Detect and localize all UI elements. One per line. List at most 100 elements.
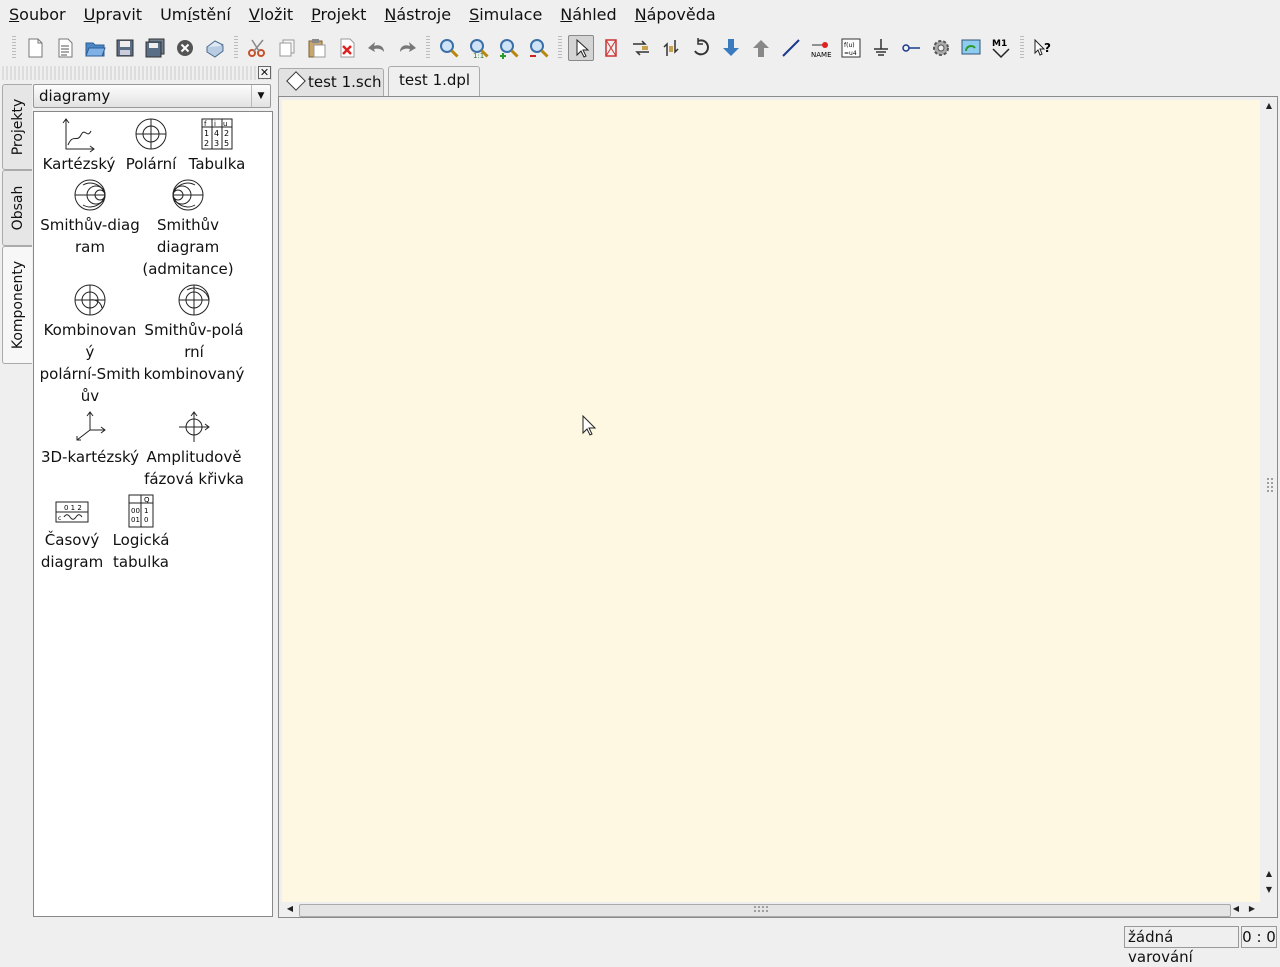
print-icon[interactable] [202, 35, 228, 61]
save-all-icon[interactable] [142, 35, 168, 61]
admittance-smith-icon [172, 179, 204, 211]
select-arrow-icon[interactable] [568, 35, 594, 61]
svg-text:0 1 2: 0 1 2 [64, 504, 82, 512]
menu-upravit[interactable]: Upravit [75, 0, 151, 30]
scroll-left-icon[interactable]: ◀ [1229, 902, 1243, 916]
menu-napoveda[interactable]: Nápověda [626, 0, 725, 30]
menu-umisteni[interactable]: Umístění [151, 0, 240, 30]
menu-simulace[interactable]: Simulace [460, 0, 551, 30]
zoom-fit-icon[interactable] [436, 35, 462, 61]
tab-test-1-dpl[interactable]: test 1.dpl [388, 66, 480, 97]
whats-this-icon[interactable]: ? [1030, 35, 1056, 61]
svg-text:c: c [58, 515, 61, 522]
svg-text:01: 01 [131, 516, 140, 524]
undo-icon[interactable] [364, 35, 390, 61]
menu-nastroje[interactable]: Nástroje [375, 0, 460, 30]
rotate-icon[interactable] [688, 35, 714, 61]
equation-icon[interactable]: f(u) =u4 [838, 35, 864, 61]
move-up-icon[interactable] [748, 35, 774, 61]
component-item-3d-cartesian[interactable]: 3D-kartézský [38, 410, 142, 468]
tab-komponenty[interactable]: Komponenty [2, 246, 32, 364]
zoom-in-icon[interactable] [496, 35, 522, 61]
ground-icon[interactable] [868, 35, 894, 61]
locus-curve-icon [179, 411, 210, 442]
scroll-up-icon[interactable]: ▲ [1262, 99, 1276, 113]
dock-title-bar[interactable] [2, 66, 274, 80]
component-item-timing-diagram[interactable]: 0 1 2c Časový diagram [38, 493, 106, 573]
scroll-left-icon[interactable]: ◀ [283, 902, 297, 916]
component-item-locus-curve[interactable]: Amplitudově fázová křivka [142, 410, 246, 490]
mirror-x-icon[interactable] [628, 35, 654, 61]
delete-icon[interactable] [334, 35, 360, 61]
vertical-scrollbar[interactable]: ▲ ▲ ▼ [1262, 97, 1277, 901]
component-item-smith-admittance[interactable]: Smithův diagram (admitance) [142, 178, 234, 280]
deactivate-icon[interactable] [598, 35, 624, 61]
menu-projekt[interactable]: Projekt [302, 0, 375, 30]
component-item-smith[interactable]: Smithův-diag ram [38, 178, 142, 258]
simulate-gear-icon[interactable] [928, 35, 954, 61]
menu-bar: Soubor Upravit Umístění Vložit Projekt N… [0, 0, 1280, 30]
truth-table-icon: Q 00 1 01 0 [128, 494, 154, 528]
diagram-document-frame: ▲ ▲ ▼ ◀ ◀ ▶ [278, 96, 1278, 918]
paste-icon[interactable] [304, 35, 330, 61]
component-item-truth-table[interactable]: Q 00 1 01 0 Logická tabulka [108, 493, 174, 573]
menu-nahled[interactable]: Náhled [551, 0, 625, 30]
schematic-icon [286, 71, 306, 91]
svg-text:4: 4 [214, 129, 219, 138]
zoom-1-1-icon[interactable]: 1:1 [466, 35, 492, 61]
component-item-cartesian[interactable]: Kartézský [42, 117, 116, 175]
toolbar-separator [234, 36, 238, 60]
tab-projekty[interactable]: Projekty [2, 84, 32, 170]
save-icon[interactable] [112, 35, 138, 61]
category-select[interactable]: diagramy ▼ [33, 84, 271, 108]
svg-text:1: 1 [144, 507, 148, 515]
mirror-y-icon[interactable] [658, 35, 684, 61]
menu-soubor[interactable]: Soubor [0, 0, 75, 30]
close-icon[interactable] [172, 35, 198, 61]
smith-polar-icon [178, 284, 210, 316]
horizontal-scrollbar[interactable]: ◀ ◀ ▶ [279, 902, 1261, 917]
component-item-polar-smith[interactable]: Kombinovan ý polární-Smith ův [38, 283, 142, 407]
copy-icon[interactable] [274, 35, 300, 61]
dock-close-button[interactable]: ✕ [258, 66, 271, 79]
component-item-smith-polar[interactable]: Smithův-polá rní kombinovaný [142, 283, 246, 385]
zoom-out-icon[interactable] [526, 35, 552, 61]
tab-test-1-sch[interactable]: test 1.sch [278, 68, 384, 96]
open-folder-icon[interactable] [82, 35, 108, 61]
toolbar-separator [426, 36, 430, 60]
menu-vlozit[interactable]: Vložit [240, 0, 302, 30]
scroll-grip[interactable] [753, 905, 769, 913]
timing-diagram-icon: 0 1 2c [55, 501, 89, 523]
svg-text:1: 1 [204, 129, 209, 138]
main-toolbar: 1:1 NAME f(u) =u4 M1 ? [0, 32, 1280, 64]
new-text-icon[interactable] [52, 35, 78, 61]
chevron-down-icon: ▼ [251, 85, 270, 107]
svg-text:00: 00 [131, 507, 140, 515]
svg-text:Q: Q [144, 496, 150, 504]
svg-text:i: i [214, 120, 216, 128]
wire-icon[interactable] [778, 35, 804, 61]
scroll-right-icon[interactable]: ▶ [1245, 902, 1259, 916]
scroll-down-icon[interactable]: ▼ [1262, 883, 1276, 897]
scroll-grip[interactable] [1266, 477, 1274, 493]
tab-obsah[interactable]: Obsah [2, 170, 32, 246]
toolbar-separator [1020, 36, 1024, 60]
svg-text:u: u [223, 120, 227, 128]
scroll-up-icon[interactable]: ▲ [1262, 867, 1276, 881]
smith-chart-icon [74, 179, 106, 211]
new-file-icon[interactable] [22, 35, 48, 61]
cut-icon[interactable] [244, 35, 270, 61]
move-down-icon[interactable] [718, 35, 744, 61]
diagram-canvas[interactable] [282, 100, 1260, 902]
port-icon[interactable] [898, 35, 924, 61]
component-list: Kartézský Polární fiu142235 Tabulka Smit… [33, 111, 273, 917]
redo-icon[interactable] [394, 35, 420, 61]
component-item-polar[interactable]: Polární [122, 117, 180, 175]
marker-icon[interactable]: M1 [988, 35, 1014, 61]
svg-text:5: 5 [224, 139, 229, 148]
view-data-icon[interactable] [958, 35, 984, 61]
component-item-tabular[interactable]: fiu142235 Tabulka [184, 117, 250, 175]
wire-label-icon[interactable]: NAME [808, 35, 834, 61]
svg-text:2: 2 [224, 129, 229, 138]
toolbar-grip[interactable] [12, 36, 16, 60]
